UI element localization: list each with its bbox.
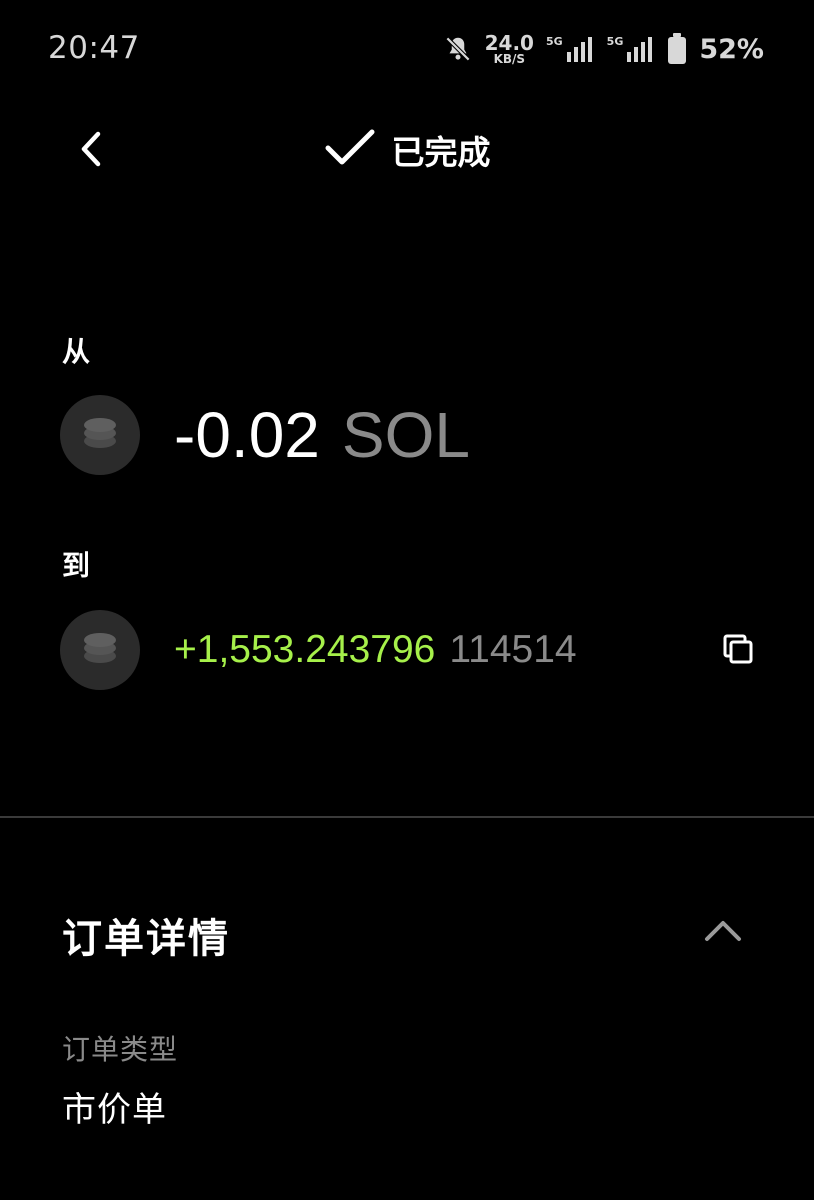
to-label: 到 — [62, 549, 91, 582]
battery-percent: 52% — [699, 33, 764, 65]
signal-bars-icon — [565, 34, 595, 64]
mute-bell-icon — [443, 34, 473, 64]
signal-1: 5G — [546, 34, 595, 64]
net-speed-unit: KB/S — [493, 52, 526, 66]
net-speed: 24.0 KB/S — [485, 33, 534, 65]
status-bar: 20:47 24.0 KB/S 5G 5G 52% — [0, 0, 814, 100]
net-speed-value: 24.0 — [484, 31, 534, 55]
collapse-button[interactable] — [698, 910, 748, 954]
order-type-label: 订单类型 — [62, 1033, 179, 1066]
from-row: -0.02 SOL — [60, 394, 760, 476]
order-details-header[interactable]: 订单详情 — [62, 900, 762, 970]
to-token-symbol: 114514 — [449, 628, 577, 671]
to-amount-value: +1,553.243796 — [174, 628, 436, 671]
copy-button[interactable] — [716, 629, 760, 673]
from-amount: -0.02 SOL — [174, 398, 470, 472]
chevron-up-icon — [703, 917, 743, 947]
signal-2: 5G — [607, 34, 656, 64]
section-divider — [0, 816, 814, 818]
page-title: 已完成 — [0, 122, 814, 178]
order-type-value: 市价单 — [62, 1090, 167, 1130]
signal-bars-icon — [625, 34, 655, 64]
token-avatar — [60, 610, 140, 690]
copy-icon — [721, 632, 755, 670]
status-time: 20:47 — [48, 30, 140, 66]
coin-stack-icon — [80, 413, 120, 457]
battery-icon — [667, 33, 687, 65]
to-amount: +1,553.243796 114514 — [174, 628, 577, 672]
status-indicators: 24.0 KB/S 5G 5G 52% — [443, 28, 764, 70]
status-title: 已完成 — [391, 133, 491, 172]
order-type-item: 订单类型 市价单 — [62, 1028, 178, 1131]
coin-stack-icon — [80, 628, 120, 672]
from-label: 从 — [62, 335, 91, 368]
token-avatar — [60, 395, 140, 475]
from-amount-value: -0.02 — [174, 399, 320, 471]
to-row: +1,553.243796 114514 — [60, 609, 760, 691]
signal-2-tag: 5G — [606, 35, 624, 48]
top-app-bar: 已完成 — [0, 110, 814, 190]
from-token-symbol: SOL — [341, 399, 470, 471]
check-icon — [324, 128, 376, 172]
order-details-title: 订单详情 — [62, 916, 230, 962]
signal-1-tag: 5G — [545, 35, 563, 48]
